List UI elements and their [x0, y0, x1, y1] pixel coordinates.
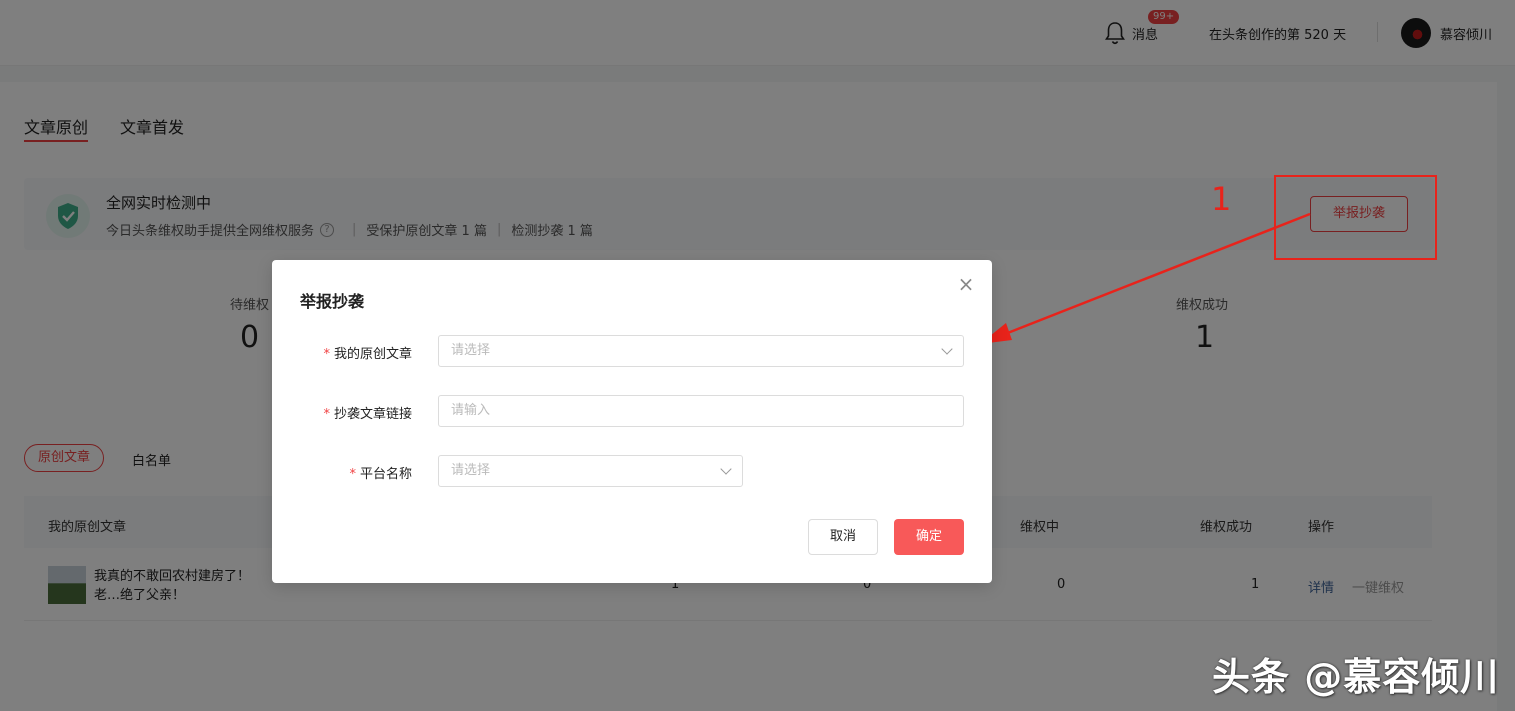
required-mark: *: [349, 467, 356, 482]
close-icon[interactable]: ×: [956, 274, 976, 294]
field-label-plagiarism-link: * 抄袭文章链接: [272, 403, 412, 422]
chevron-down-icon: [941, 343, 953, 355]
required-mark: *: [323, 407, 330, 422]
field-label-text: 平台名称: [359, 467, 412, 482]
cancel-button[interactable]: 取消: [808, 519, 878, 555]
original-article-select[interactable]: 请选择: [438, 335, 964, 367]
select-placeholder: 请选择: [451, 463, 491, 478]
field-label-text: 抄袭文章链接: [333, 407, 412, 422]
report-plagiarism-modal: 举报抄袭 × * 我的原创文章 请选择 * 抄袭文章链接 请输入 * 平台名称 请选择…: [272, 260, 992, 583]
plagiarism-link-input[interactable]: 请输入: [438, 395, 964, 427]
confirm-button[interactable]: 确定: [894, 519, 964, 555]
select-placeholder: 请选择: [451, 343, 491, 358]
input-placeholder: 请输入: [451, 403, 491, 418]
chevron-down-icon: [720, 463, 732, 475]
annotation-step-1: 1: [1211, 180, 1232, 218]
watermark: 头条 @慕容倾川: [1212, 655, 1500, 699]
required-mark: *: [323, 347, 330, 362]
modal-title: 举报抄袭: [300, 292, 365, 311]
field-label-text: 我的原创文章: [333, 347, 412, 362]
annotation-highlight-box: [1274, 175, 1437, 260]
platform-name-select[interactable]: 请选择: [438, 455, 743, 487]
field-label-original-article: * 我的原创文章: [272, 343, 412, 362]
field-label-platform-name: * 平台名称: [272, 463, 412, 482]
